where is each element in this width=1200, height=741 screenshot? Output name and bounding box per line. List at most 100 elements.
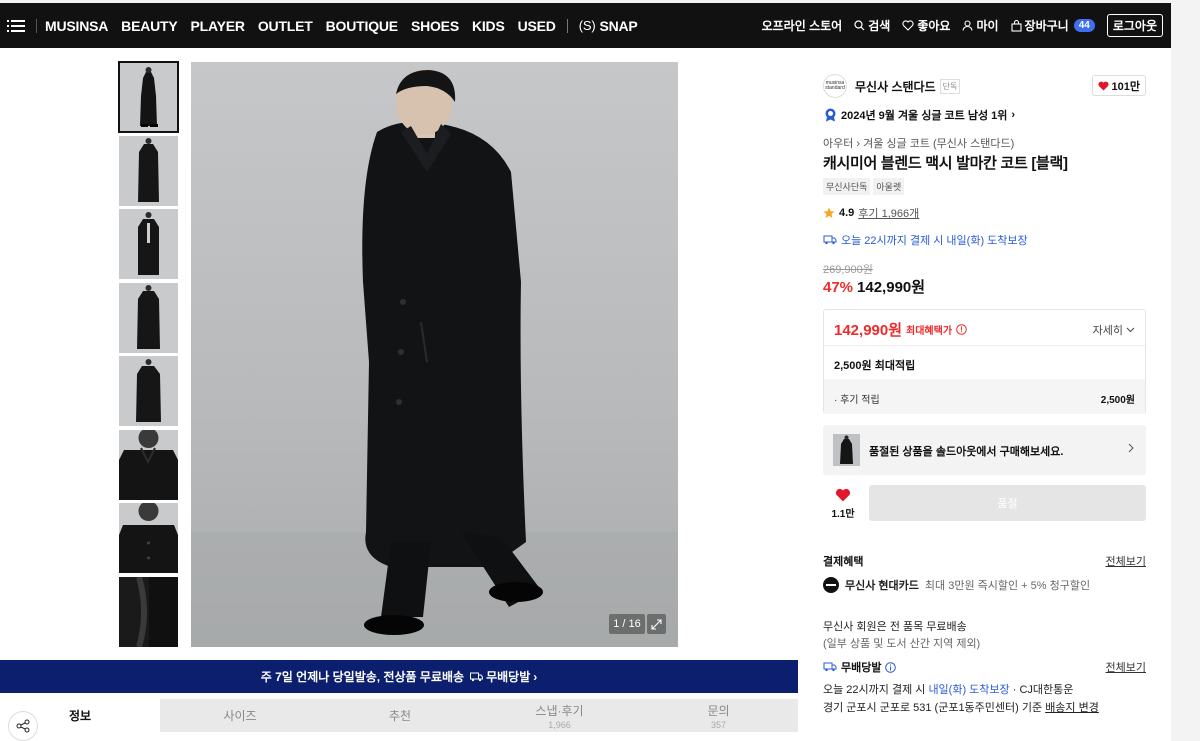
soldout-promo[interactable]: 품절된 상품을 솔드아웃에서 구매해보세요. — [823, 425, 1146, 475]
soldout-text: 품절된 상품을 솔드아웃에서 구매해보세요. — [869, 446, 1064, 458]
change-address-link[interactable]: 배송지 변경 — [1045, 702, 1099, 714]
nav-used[interactable]: USED — [518, 18, 556, 34]
review-points-label: · 후기 적립 — [834, 395, 880, 406]
likes-link[interactable]: 좋아요 — [902, 17, 950, 34]
shipping-view-all-link[interactable]: 전체보기 — [1106, 659, 1146, 675]
review-points-value: 2,500원 — [1100, 395, 1135, 406]
ranking-badge[interactable]: 2024년 9월 겨울 싱글 코트 남성 1위 › — [824, 107, 1015, 123]
tab-qna-label: 문의 — [707, 703, 730, 718]
chevron-right-icon: › — [533, 669, 538, 684]
review-points-row: · 후기 적립 2,500원 — [824, 379, 1145, 414]
search-icon — [854, 20, 865, 31]
logout-button[interactable]: 로그아웃 — [1106, 14, 1163, 37]
heart-outline-icon — [902, 20, 914, 31]
product-main-image[interactable] — [191, 62, 678, 647]
breadcrumb[interactable]: 아우터 › 겨울 싱글 코트 (무신사 스탠다드) — [823, 135, 1014, 151]
page: MUSINSA BEAUTY PLAYER OUTLET BOUTIQUE SH… — [0, 0, 1200, 741]
payment-view-all-link[interactable]: 전체보기 — [1106, 553, 1146, 569]
thumbnail-5[interactable] — [119, 356, 178, 426]
nav-kids[interactable]: KIDS — [472, 18, 505, 34]
chip-exclusive: 무신사단독 — [823, 178, 871, 195]
product-info-panel: musinsa standard 무신사 스탠다드 단독 101만 2024년 … — [810, 62, 1161, 741]
thumbnail-7[interactable] — [119, 503, 178, 573]
tab-size[interactable]: 사이즈 — [160, 699, 320, 732]
thumbnail-1[interactable] — [118, 61, 179, 133]
menu-icon[interactable] — [0, 3, 32, 48]
tab-recommend[interactable]: 추천 — [320, 699, 480, 732]
nav-divider — [36, 18, 37, 33]
thumbnail-4[interactable] — [119, 282, 178, 353]
shipping-eta-pre: 오늘 22시까지 결제 시 — [823, 684, 926, 696]
cart-label: 장바구니 — [1024, 19, 1069, 33]
chevron-down-icon — [1126, 327, 1135, 333]
tab-reviews[interactable]: 스냅·후기 1,966 — [480, 699, 639, 732]
truck-icon — [823, 662, 837, 672]
nav-divider — [566, 18, 568, 33]
nav-boutique[interactable]: BOUTIQUE — [326, 18, 398, 34]
top-nav: MUSINSA BEAUTY PLAYER OUTLET BOUTIQUE SH… — [0, 3, 1171, 48]
sold-out-button[interactable]: 품절 — [869, 485, 1146, 521]
share-icon — [16, 719, 30, 733]
free-shipping-banner[interactable]: 주 7일 언제나 당일발송, 전상품 무료배송 무배당발 › — [0, 660, 798, 693]
delivery-text: 오늘 22시까지 결제 시 내일(화) 도착보장 — [841, 235, 1028, 247]
divider — [824, 345, 1145, 346]
banner-text: 주 7일 언제나 당일발송, 전상품 무료배송 — [260, 670, 465, 684]
delivery-guarantee[interactable]: 오늘 22시까지 결제 시 내일(화) 도착보장 — [823, 232, 1028, 248]
card-benefit-row: 무신사 현대카드 최대 3만원 즉시할인 + 5% 청구할인 — [823, 577, 1090, 593]
soldout-thumbnail — [833, 434, 860, 466]
nav-outlet[interactable]: OUTLET — [258, 18, 313, 34]
brand-exclusive-tag: 단독 — [939, 78, 961, 94]
brand-name[interactable]: 무신사 스탠다드 — [855, 78, 936, 95]
tab-info-label: 정보 — [68, 709, 92, 723]
search-label: 검색 — [868, 19, 891, 33]
benefit-detail-toggle[interactable]: 자세히 — [1093, 322, 1135, 338]
shipping-carrier: · CJ대한통운 — [1012, 684, 1074, 696]
thumbnail-2[interactable] — [119, 135, 178, 206]
nav-beauty[interactable]: BEAUTY — [121, 18, 178, 34]
card-benefit-desc: 최대 3만원 즉시할인 + 5% 청구할인 — [924, 580, 1091, 592]
brand-like-button[interactable]: 101만 — [1091, 75, 1146, 96]
detail-tabs: 정보 사이즈 추천 스냅·후기 1,966 문의 357 — [0, 699, 798, 741]
brand-logo[interactable]: musinsa standard — [823, 74, 847, 98]
ranking-text: 2024년 9월 겨울 싱글 코트 남성 1위 — [841, 110, 1008, 122]
product-title: 캐시미어 블렌드 맥시 발마칸 코트 [블랙] — [823, 155, 1068, 172]
search-link[interactable]: 검색 — [854, 17, 890, 34]
thumbnail-6[interactable] — [119, 429, 178, 500]
payment-benefit-title: 결제혜택 — [823, 556, 864, 568]
my-link[interactable]: 마이 — [962, 17, 999, 34]
star-icon — [823, 207, 835, 218]
max-benefit-box: 142,990원 최대혜택가 자세히 2,500원 최대적립 · 후기 적립 2… — [823, 309, 1146, 414]
benefit-detail-label: 자세히 — [1092, 325, 1123, 337]
product-like-count: 1.1만 — [831, 509, 855, 520]
free-shipping-label: 무배당발 — [841, 662, 882, 674]
max-benefit-price-row: 142,990원 최대혜택가 — [834, 319, 967, 340]
product-like-button[interactable]: 1.1만 — [823, 486, 863, 522]
offline-store-link[interactable]: 오프라인 스토어 — [762, 17, 843, 34]
shipping-eta-date: 내일(화) 도착보장 — [928, 684, 1010, 696]
max-benefit-price: 142,990원 — [834, 322, 903, 339]
nav-snap[interactable]: (S) SNAP — [579, 18, 638, 34]
nav-player[interactable]: PLAYER — [191, 18, 246, 34]
thumbnail-8[interactable] — [119, 576, 178, 647]
nav-musinsa[interactable]: MUSINSA — [45, 18, 108, 34]
nav-shoes[interactable]: SHOES — [411, 18, 459, 34]
thumbnail-3[interactable] — [119, 209, 178, 279]
info-icon[interactable] — [956, 324, 967, 335]
max-benefit-label: 최대혜택가 — [906, 326, 953, 337]
free-shipping-label-row: 무배당발 — [823, 659, 897, 675]
cart-link[interactable]: 장바구니 44 — [1010, 17, 1095, 34]
banner-badge: 무배당발 › — [470, 668, 537, 685]
price-row: 47% 142,990원 — [823, 276, 925, 297]
share-button[interactable] — [8, 711, 38, 741]
review-count-link[interactable]: 후기 1,966개 — [858, 205, 919, 221]
user-icon — [962, 20, 973, 31]
snap-label: SNAP — [599, 17, 638, 34]
tab-qna[interactable]: 문의 357 — [639, 699, 798, 732]
original-price: 269,900원 — [823, 264, 873, 276]
expand-image-button[interactable] — [647, 614, 666, 634]
bag-icon — [1010, 19, 1022, 32]
info-icon[interactable] — [885, 661, 897, 673]
shipping-address-text: 경기 군포시 군포로 531 (군포1동주민센터) 기준 — [823, 702, 1043, 714]
rating-score: 4.9 — [839, 207, 855, 219]
card-icon — [823, 577, 839, 593]
